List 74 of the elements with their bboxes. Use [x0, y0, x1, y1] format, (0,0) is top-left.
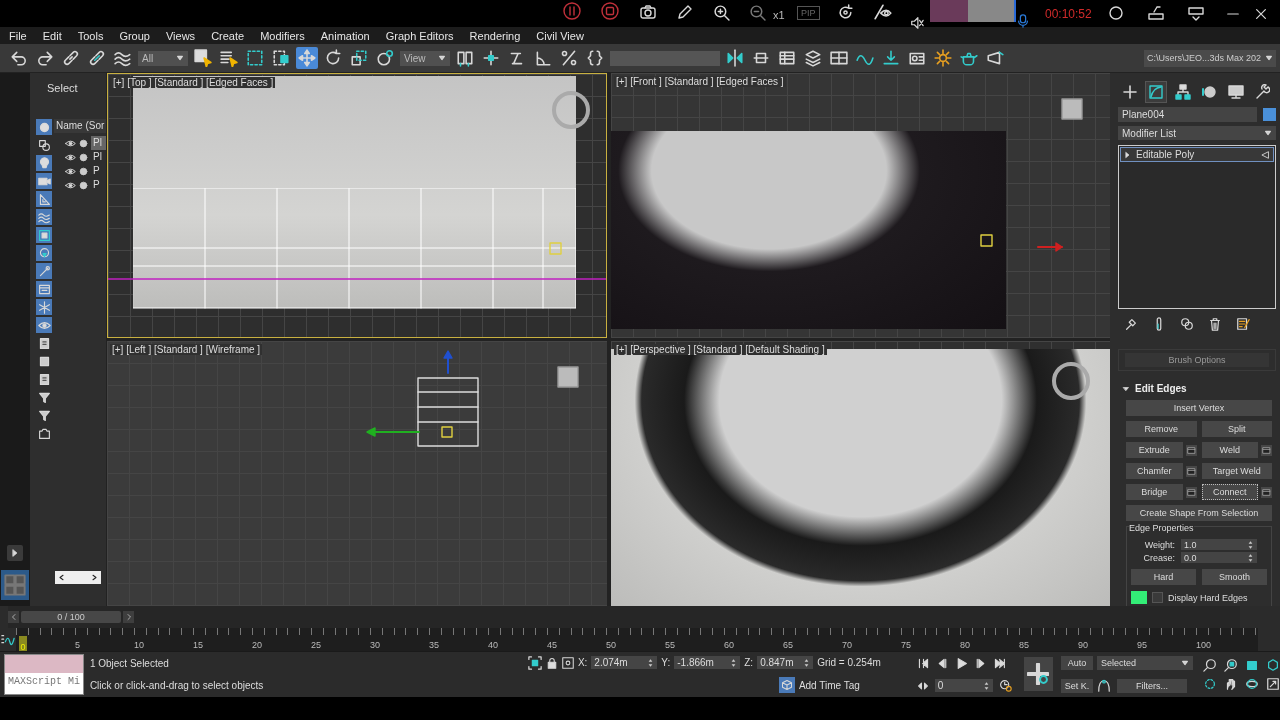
viewport[interactable]: [+] [Left ] [Standard ] [Wireframe ]: [107, 341, 607, 606]
stack-item[interactable]: Editable Poly: [1121, 148, 1273, 161]
viewport-label[interactable]: [+] [Front ] [Standard ] [Edged Faces ]: [614, 76, 786, 87]
y-coordinate-field[interactable]: -1.866m: [674, 656, 741, 670]
menu-item[interactable]: Edit: [36, 29, 68, 42]
modifier-list-dropdown[interactable]: Modifier List: [1118, 126, 1276, 140]
timeline-ruler[interactable]: 0 5 10 15 20 25 30 35 40 45 50 55 60 65 70 75 80 85 90 95 100: [16, 628, 1258, 651]
rollout-title[interactable]: Edit Edges: [1135, 383, 1187, 394]
modifier-stack[interactable]: Editable Poly: [1118, 145, 1276, 309]
add-time-tag-label: Add Time Tag: [798, 679, 860, 691]
menu-item[interactable]: Tools: [71, 29, 110, 42]
object-name[interactable]: P: [91, 178, 106, 192]
object-name[interactable]: P: [91, 164, 106, 178]
smooth-button[interactable]: Smooth: [1202, 569, 1267, 585]
x-coordinate-field[interactable]: 2.074m: [591, 656, 658, 670]
tool-button[interactable]: Chamfer: [1126, 463, 1183, 479]
project-folder-dropdown[interactable]: C:\Users\JEO...3ds Max 202: [1143, 49, 1276, 67]
group-title: Edge Properties: [1129, 523, 1194, 533]
auto-key-button[interactable]: Auto: [1061, 656, 1093, 671]
time-slider-track[interactable]: 0 / 100: [8, 606, 1240, 628]
coordinate-system-dropdown[interactable]: View: [400, 50, 450, 66]
menu-item[interactable]: Views: [159, 29, 202, 42]
maxscript-listener[interactable]: MAXScript Mi: [4, 654, 84, 695]
viewport-label[interactable]: [+] [Top ] [Standard ] [Edged Faces ]: [111, 77, 276, 88]
object-name[interactable]: Pl: [91, 150, 106, 164]
tool-button[interactable]: Target Weld: [1201, 463, 1272, 479]
menu-item[interactable]: Graph Editors: [379, 29, 460, 42]
prompt-text: Click or click-and-drag to select objects: [89, 680, 265, 692]
menu-item[interactable]: Modifiers: [254, 29, 311, 42]
viewport[interactable]: [+] [Perspective ] [Standard ] [Default Shading ]: [611, 341, 1110, 606]
tool-button[interactable]: Create Shape From Selection: [1126, 505, 1272, 521]
selection-status: 1 Object Selected: [89, 657, 170, 669]
time-slider-thumb[interactable]: 0 / 100: [21, 611, 121, 623]
grid-size: Grid = 0.254m: [817, 657, 881, 669]
zoom-level: x1: [773, 9, 785, 21]
set-key-button[interactable]: Set K.: [1061, 678, 1093, 693]
tool-button[interactable]: Extrude: [1126, 442, 1183, 458]
coordinate-label: Y:: [661, 657, 671, 669]
field-label: Weight:: [1143, 539, 1175, 550]
z-coordinate-field[interactable]: 0.847m: [757, 656, 814, 670]
field-label: Crease:: [1142, 552, 1175, 563]
viewport-label[interactable]: [+] [Perspective ] [Standard ] [Default Shading ]: [614, 344, 827, 355]
viewport[interactable]: [+] [Front ] [Standard ] [Edged Faces ]: [611, 73, 1110, 338]
menu-item[interactable]: Animation: [314, 29, 376, 42]
object-name[interactable]: Pl: [91, 136, 106, 150]
menu-item[interactable]: Create: [205, 29, 251, 42]
menu-item[interactable]: Civil View: [530, 29, 590, 42]
tool-button[interactable]: Bridge: [1126, 484, 1183, 500]
menu-item[interactable]: Group: [113, 29, 156, 42]
tool-button[interactable]: Split: [1201, 421, 1272, 437]
viewport[interactable]: [+] [Top ] [Standard ] [Edged Faces ]: [107, 73, 607, 338]
current-frame-field[interactable]: 0: [934, 679, 993, 693]
maxscript-output[interactable]: MAXScript Mi: [5, 673, 83, 694]
tool-button[interactable]: Connect: [1201, 484, 1258, 500]
key-filter-dropdown[interactable]: Selected: [1097, 656, 1193, 671]
hard-button[interactable]: Hard: [1131, 569, 1196, 585]
tool-button[interactable]: Weld: [1201, 442, 1258, 458]
checkbox-label: Display Hard Edges: [1168, 592, 1248, 603]
menu-item[interactable]: File: [3, 29, 33, 42]
coordinate-label: X:: [577, 657, 588, 669]
filters-button[interactable]: Filters...: [1117, 678, 1187, 693]
pip-button[interactable]: PIP: [797, 6, 820, 20]
coordinate-label: Z:: [744, 657, 754, 669]
spinner-field[interactable]: 0.0: [1181, 552, 1257, 563]
menu-item[interactable]: Rendering: [463, 29, 527, 42]
recording-timer: 00:10:52: [1045, 7, 1092, 21]
spinner-field[interactable]: 1.0: [1181, 539, 1257, 550]
tool-button[interactable]: Insert Vertex: [1126, 400, 1272, 416]
object-name-field[interactable]: Plane004: [1118, 107, 1257, 122]
panel-title: Select: [47, 82, 78, 94]
selection-filter-dropdown[interactable]: All: [138, 50, 188, 66]
tool-button[interactable]: Remove: [1126, 421, 1197, 437]
viewport-label[interactable]: [+] [Left ] [Standard ] [Wireframe ]: [110, 344, 263, 355]
column-header[interactable]: Name (Sor: [54, 119, 106, 133]
